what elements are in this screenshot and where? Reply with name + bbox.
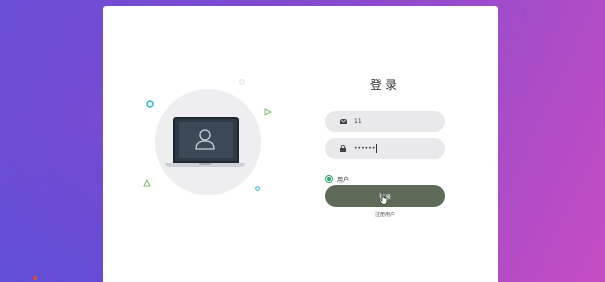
- login-title: 登录: [369, 78, 400, 92]
- username-field[interactable]: [325, 111, 445, 132]
- register-link[interactable]: 注册用户: [325, 211, 445, 218]
- hand-pointer-icon: [379, 193, 388, 205]
- login-card: 登录 •••••• 用户 登录 注册用户: [103, 6, 498, 282]
- circle-decoration-icon: [146, 100, 154, 108]
- user-icon: [195, 129, 215, 150]
- radio-selected-icon[interactable]: [325, 175, 333, 183]
- role-option-user[interactable]: 用户: [325, 173, 349, 185]
- square-decoration-icon: [239, 79, 245, 85]
- decorative-dot: [33, 276, 37, 280]
- laptop-base: [165, 163, 245, 167]
- dot-decoration-icon: [255, 186, 260, 191]
- password-field[interactable]: ••••••: [325, 138, 445, 159]
- triangle-decoration-icon: [143, 179, 151, 187]
- lock-icon: [338, 144, 348, 154]
- envelope-icon: [338, 117, 348, 127]
- username-input[interactable]: [354, 118, 434, 125]
- role-label: 用户: [337, 176, 350, 184]
- text-caret: [376, 144, 378, 153]
- triangle-decoration-icon: [264, 108, 272, 116]
- password-input[interactable]: ••••••: [354, 145, 375, 152]
